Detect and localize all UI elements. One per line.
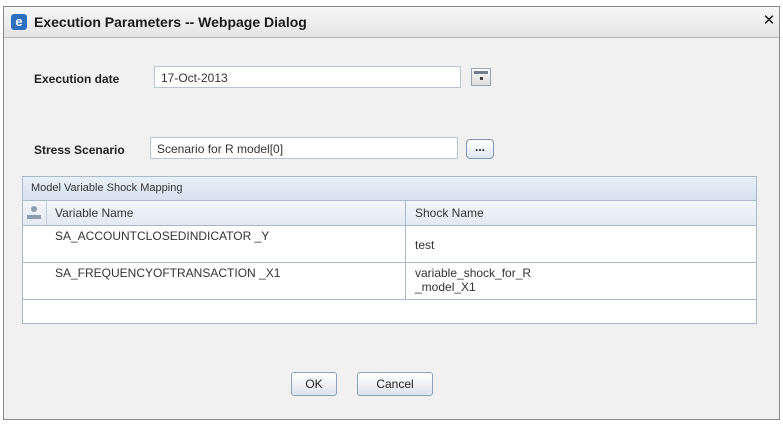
calendar-icon[interactable] <box>471 68 491 86</box>
stress-scenario-input[interactable]: Scenario for R model[0] <box>150 137 458 159</box>
grid-caption: Model Variable Shock Mapping <box>23 177 756 201</box>
variable-name-cell: SA_FREQUENCYOFTRANSACTION _X1 <box>55 266 281 280</box>
ok-button[interactable]: OK <box>291 372 337 396</box>
close-icon[interactable]: ✕ <box>761 12 777 30</box>
execution-date-label: Execution date <box>34 72 120 86</box>
table-row[interactable]: SA_ACCOUNTCLOSEDINDICATOR _Y test <box>23 226 756 263</box>
column-header-shock-name[interactable]: Shock Name <box>415 206 484 220</box>
execution-date-input[interactable]: 17-Oct-2013 <box>154 66 461 88</box>
browse-scenario-button[interactable]: ... <box>466 139 494 159</box>
grid-header: Variable Name Shock Name <box>23 201 756 226</box>
table-row[interactable]: SA_FREQUENCYOFTRANSACTION _X1 variable_s… <box>23 263 756 300</box>
variable-name-cell: SA_ACCOUNTCLOSEDINDICATOR _Y <box>55 229 270 243</box>
dialog-title: Execution Parameters -- Webpage Dialog <box>34 14 307 30</box>
cancel-button[interactable]: Cancel <box>357 372 433 396</box>
dialog-window: e Execution Parameters -- Webpage Dialog… <box>3 6 780 420</box>
ie-icon: e <box>11 14 27 30</box>
shock-mapping-grid: Model Variable Shock Mapping Variable Na… <box>22 176 757 324</box>
title-bar[interactable]: e Execution Parameters -- Webpage Dialog… <box>4 7 779 38</box>
dialog-content: Execution date 17-Oct-2013 Stress Scenar… <box>4 38 779 419</box>
stress-scenario-label: Stress Scenario <box>34 143 125 157</box>
shock-name-cell: test <box>415 238 435 252</box>
shock-name-cell: variable_shock_for_R _model_X1 <box>415 266 532 294</box>
column-header-variable-name[interactable]: Variable Name <box>55 206 133 220</box>
select-all-icon[interactable] <box>27 205 41 219</box>
